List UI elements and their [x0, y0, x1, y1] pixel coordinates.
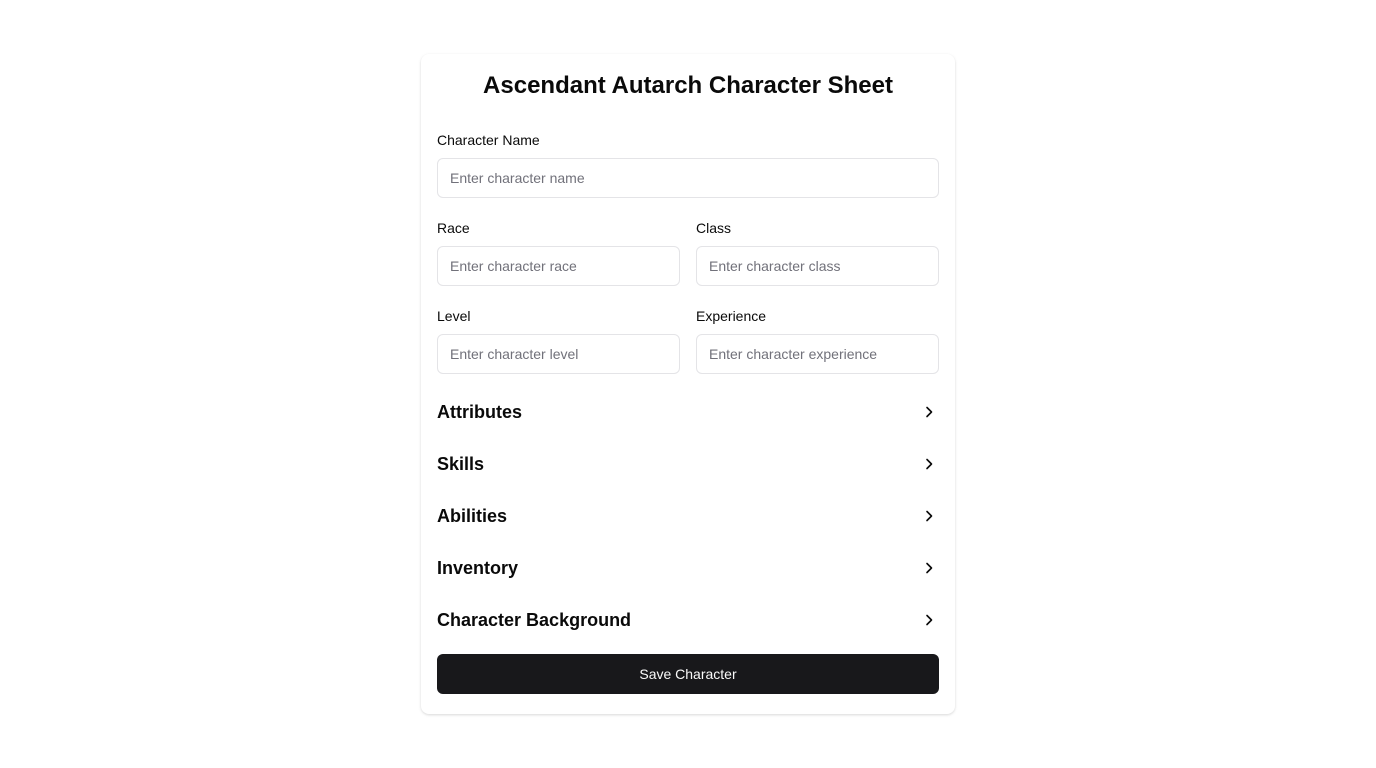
section-attributes[interactable]: Attributes: [437, 394, 939, 430]
section-skills[interactable]: Skills: [437, 446, 939, 482]
section-character-background[interactable]: Character Background: [437, 602, 939, 638]
level-label: Level: [437, 308, 471, 324]
race-group: Race: [437, 218, 680, 286]
section-abilities[interactable]: Abilities: [437, 498, 939, 534]
collapsible-sections: Attributes Skills Abilities Inventory Ch…: [437, 394, 939, 638]
experience-group: Experience: [696, 306, 939, 374]
character-sheet-card: Ascendant Autarch Character Sheet Charac…: [421, 54, 955, 714]
experience-label: Experience: [696, 308, 767, 324]
experience-input[interactable]: [696, 334, 939, 374]
section-abilities-title: Abilities: [437, 505, 508, 526]
level-input[interactable]: [437, 334, 680, 374]
chevron-right-icon: [919, 402, 939, 422]
section-inventory[interactable]: Inventory: [437, 550, 939, 586]
section-skills-title: Skills: [437, 453, 485, 474]
save-character-button[interactable]: Save Character: [437, 654, 939, 694]
section-character-background-title: Character Background: [437, 609, 632, 630]
level-experience-row: Level Experience: [437, 306, 939, 374]
race-class-row: Race Class: [437, 218, 939, 286]
class-input[interactable]: [696, 246, 939, 286]
page-title: Ascendant Autarch Character Sheet: [483, 72, 893, 99]
chevron-right-icon: [919, 558, 939, 578]
section-inventory-title: Inventory: [437, 557, 519, 578]
race-label: Race: [437, 220, 470, 236]
class-group: Class: [696, 218, 939, 286]
chevron-right-icon: [919, 610, 939, 630]
character-name-input[interactable]: [437, 158, 939, 198]
chevron-right-icon: [919, 454, 939, 474]
character-name-group: Character Name: [437, 130, 939, 198]
level-group: Level: [437, 306, 680, 374]
chevron-right-icon: [919, 506, 939, 526]
character-name-label: Character Name: [437, 132, 540, 148]
class-label: Class: [696, 220, 732, 236]
section-attributes-title: Attributes: [437, 401, 522, 422]
race-input[interactable]: [437, 246, 680, 286]
